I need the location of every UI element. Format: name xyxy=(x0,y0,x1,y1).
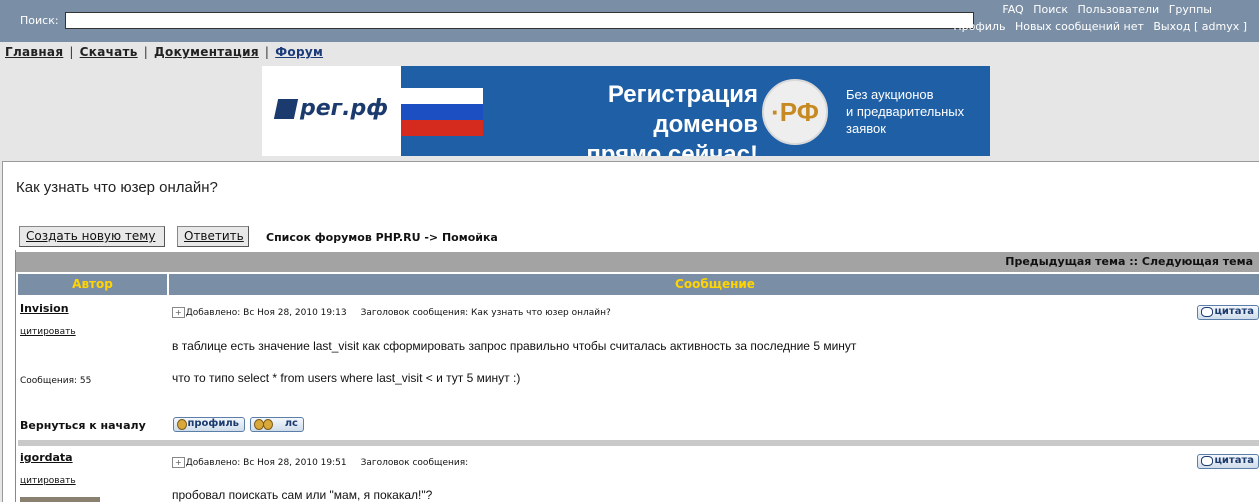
next-topic-link[interactable]: Следующая тема xyxy=(1142,255,1253,268)
expand-toggle[interactable]: + xyxy=(172,457,185,468)
nav-download[interactable]: Скачать xyxy=(80,45,138,59)
quote-bubble-icon xyxy=(1201,456,1213,466)
forum-panel: Как узнать что юзер онлайн? Создать нову… xyxy=(2,161,1259,502)
post-body-line: в таблице есть значение last_visit как с… xyxy=(172,339,857,353)
post-meta: + Добавлено: Вс Ноя 28, 2010 19:51 Заголов… xyxy=(172,457,468,468)
cite-button[interactable]: цитата xyxy=(1197,454,1259,469)
faq-link[interactable]: FAQ xyxy=(1002,3,1023,16)
banner-logo-text: рег.рф xyxy=(300,96,389,121)
post-date: Добавлено: Вс Ноя 28, 2010 19:51 xyxy=(185,458,347,468)
reply-button[interactable]: Ответить xyxy=(177,226,249,247)
reg-logo-icon xyxy=(273,99,299,119)
logout-link[interactable]: Выход [ admyx ] xyxy=(1153,20,1247,33)
banner-side-line1: Без аукционов xyxy=(846,87,934,102)
breadcrumb[interactable]: Список форумов PHP.RU -> Помойка xyxy=(266,231,498,244)
topic-nav-separator: :: xyxy=(1129,255,1139,268)
quote-link[interactable]: цитировать xyxy=(20,327,76,337)
nav-separator: | xyxy=(143,45,149,59)
pm-label: лс xyxy=(284,418,298,429)
cite-label: цитата xyxy=(1214,306,1254,317)
banner-rf-badge: ·РФ xyxy=(762,79,828,145)
new-topic-button[interactable]: Создать новую тему xyxy=(19,226,165,247)
post-body-line: пробовал поискать сам или "мам, я покака… xyxy=(172,488,433,502)
post-body-line: что то типо select * from users where la… xyxy=(172,371,521,385)
post-subject: Заголовок сообщения: xyxy=(360,458,469,468)
groups-link[interactable]: Группы xyxy=(1169,3,1212,16)
user-icon xyxy=(177,419,187,430)
cite-label: цитата xyxy=(1214,455,1254,466)
nav-separator: | xyxy=(69,45,74,59)
author-column-header: Автор xyxy=(18,274,167,295)
banner-headline-line2: прямо сейчас! xyxy=(586,141,758,156)
banner-side-line2: и предварительных xyxy=(846,104,965,119)
prev-topic-link[interactable]: Предыдущая тема xyxy=(1005,255,1125,268)
main-nav: Главная | Скачать | Документация | Форум xyxy=(5,45,323,59)
new-messages-link[interactable]: Новых сообщений нет xyxy=(1015,20,1144,33)
banner-side-line3: заявок xyxy=(846,121,886,136)
avatar xyxy=(20,497,100,502)
top-links-row1: FAQ Поиск Пользователи Группы xyxy=(996,3,1212,16)
search-input[interactable] xyxy=(65,12,974,29)
cite-button[interactable]: цитата xyxy=(1197,305,1259,320)
nav-home[interactable]: Главная xyxy=(5,45,63,59)
author-message-count: Сообщения: 55 xyxy=(20,376,92,386)
nav-docs[interactable]: Документация xyxy=(154,45,259,59)
post: Invision цитировать + Добавлено: Вс Ноя 2… xyxy=(16,297,1259,447)
topic-title[interactable]: Как узнать что юзер онлайн? xyxy=(16,179,218,196)
posts-table: Предыдущая тема :: Следующая тема Автор … xyxy=(15,250,1259,502)
top-links-row2: Профиль Новых сообщений нет Выход [ admy… xyxy=(947,20,1247,33)
back-to-top-link[interactable]: Вернуться к началу xyxy=(20,419,146,432)
post-meta: + Добавлено: Вс Ноя 28, 2010 19:13 Заголов… xyxy=(172,307,611,318)
banner-headline-line1: Регистрация доменов xyxy=(607,81,758,138)
banner-logo: рег.рф xyxy=(262,66,401,156)
banner-headline: Регистрация доменов прямо сейчас! xyxy=(498,80,758,156)
search-label: Поиск: xyxy=(20,14,59,27)
profile-button[interactable]: профиль xyxy=(173,417,245,432)
quote-link[interactable]: цитировать xyxy=(20,476,76,486)
ad-banner[interactable]: рег.рф Регистрация доменов прямо сейчас!… xyxy=(262,66,990,156)
search-link[interactable]: Поиск xyxy=(1033,3,1068,16)
russian-flag-icon xyxy=(401,88,483,136)
message-column-header: Сообщение xyxy=(169,274,1259,295)
banner-side-text: Без аукционов и предварительных заявок xyxy=(846,86,964,137)
users-link[interactable]: Пользователи xyxy=(1078,3,1160,16)
quote-bubble-icon xyxy=(1201,307,1213,317)
pm-button[interactable]: лс xyxy=(250,417,304,432)
post-date: Добавлено: Вс Ноя 28, 2010 19:13 xyxy=(185,308,347,318)
topic-nav-bar: Предыдущая тема :: Следующая тема xyxy=(16,252,1259,272)
top-bar: Поиск: FAQ Поиск Пользователи Группы Про… xyxy=(0,0,1259,42)
post: igordata цитировать + Добавлено: Вс Ноя 2… xyxy=(16,446,1259,502)
nav-forum[interactable]: Форум xyxy=(275,45,323,59)
expand-toggle[interactable]: + xyxy=(172,307,185,318)
post-subject: Заголовок сообщения: Как узнать что юзер… xyxy=(360,308,611,318)
users-icon-second xyxy=(263,419,273,430)
post-author[interactable]: igordata xyxy=(20,451,73,464)
nav-separator: | xyxy=(264,45,270,59)
profile-label: профиль xyxy=(187,418,239,429)
post-author[interactable]: Invision xyxy=(20,302,69,315)
profile-link[interactable]: Профиль xyxy=(953,20,1005,33)
